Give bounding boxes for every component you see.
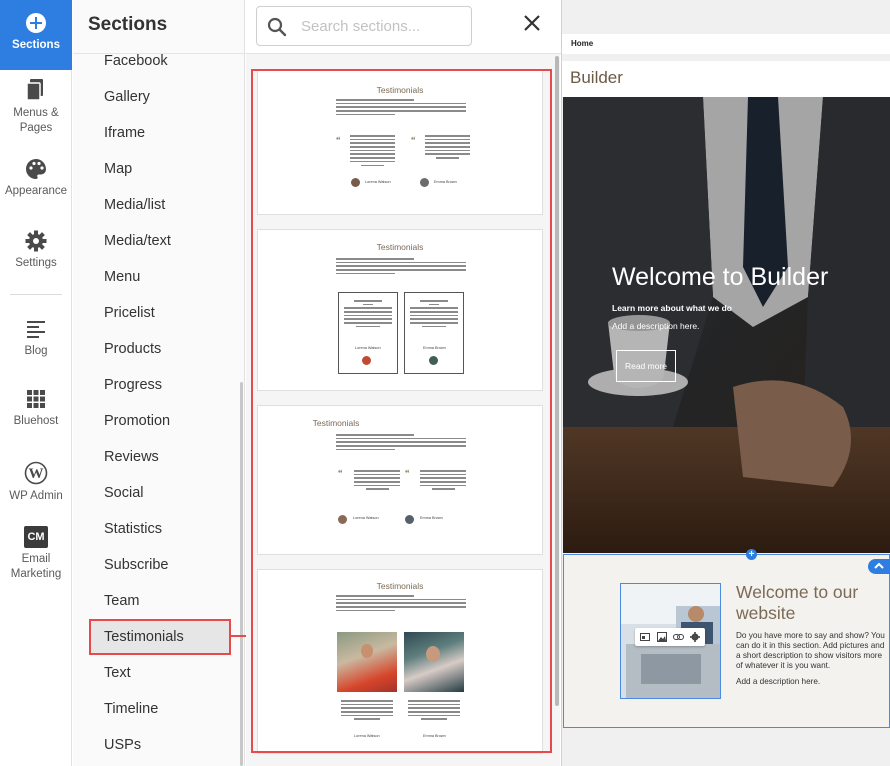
section-item-text[interactable]: Text bbox=[104, 665, 131, 681]
preview-scrollbar[interactable] bbox=[555, 56, 559, 706]
cm-icon: CM bbox=[24, 526, 48, 548]
section-item-timeline[interactable]: Timeline bbox=[104, 701, 158, 717]
nav-label: WP Admin bbox=[9, 490, 63, 502]
section-item-reviews[interactable]: Reviews bbox=[104, 449, 159, 465]
section-item-statistics[interactable]: Statistics bbox=[104, 521, 162, 537]
gear-icon bbox=[25, 230, 47, 252]
image-icon[interactable] bbox=[657, 632, 667, 642]
section-item-testimonials[interactable]: Testimonials bbox=[104, 629, 184, 645]
read-more-button[interactable]: Read more bbox=[616, 350, 676, 382]
section-item-subscribe[interactable]: Subscribe bbox=[104, 557, 168, 573]
nav-item-email-marketing[interactable]: CM Email Marketing bbox=[0, 526, 72, 582]
nav-label: Settings bbox=[15, 257, 57, 269]
add-section-icon[interactable]: + bbox=[746, 549, 757, 560]
blog-icon bbox=[27, 321, 45, 338]
svg-text:W: W bbox=[29, 466, 44, 482]
panel-title: Sections bbox=[88, 14, 168, 35]
section-item-map[interactable]: Map bbox=[104, 161, 132, 177]
section-item-progress[interactable]: Progress bbox=[104, 377, 162, 393]
nav-label: Email Marketing bbox=[10, 553, 62, 580]
section-item-iframe[interactable]: Iframe bbox=[104, 125, 145, 141]
nav-item-menus-pages[interactable]: Menus & Pages bbox=[0, 78, 72, 136]
pages-icon bbox=[26, 79, 43, 101]
left-nav-rail: Sections Menus & Pages Appearance Settin… bbox=[0, 0, 72, 766]
section-item-social[interactable]: Social bbox=[104, 485, 144, 501]
nav-label: Sections bbox=[12, 39, 60, 51]
section-item-usps[interactable]: USPs bbox=[104, 737, 141, 753]
section-item-team[interactable]: Team bbox=[104, 593, 139, 609]
link-icon[interactable] bbox=[673, 632, 684, 642]
section-item-menu[interactable]: Menu bbox=[104, 269, 140, 285]
nav-item-wp-admin[interactable]: W WP Admin bbox=[0, 461, 72, 504]
section-item-media-list[interactable]: Media/list bbox=[104, 197, 165, 213]
nav-label: Menus & Pages bbox=[13, 107, 59, 134]
nav-label: Appearance bbox=[4, 185, 68, 197]
preview-highlight-frame bbox=[251, 69, 552, 753]
nav-label: Blog bbox=[24, 345, 48, 357]
plus-circle-icon bbox=[26, 13, 46, 33]
grid-icon bbox=[27, 390, 45, 408]
move-up-button[interactable] bbox=[868, 559, 890, 574]
image-toolbar bbox=[635, 628, 705, 646]
list-scrollbar[interactable] bbox=[240, 382, 243, 766]
gear-icon[interactable] bbox=[690, 632, 700, 642]
search-box bbox=[256, 6, 472, 46]
site-nav-home[interactable]: Home bbox=[571, 39, 593, 48]
section-item-gallery[interactable]: Gallery bbox=[104, 89, 150, 105]
search-input[interactable] bbox=[301, 16, 461, 36]
gallery-icon[interactable] bbox=[640, 632, 650, 642]
welcome-body: Do you have more to say and show? You ca… bbox=[736, 631, 885, 670]
palette-icon bbox=[26, 159, 46, 179]
section-item-promotion[interactable]: Promotion bbox=[104, 413, 170, 429]
site-brand[interactable]: Builder bbox=[570, 68, 623, 88]
wordpress-icon: W bbox=[24, 461, 48, 485]
site-nav-bar bbox=[562, 34, 890, 54]
hero-subtitle: Learn more about what we do bbox=[612, 303, 732, 313]
search-icon bbox=[267, 17, 287, 37]
close-icon[interactable] bbox=[520, 11, 544, 35]
app-root: Sections Menus & Pages Appearance Settin… bbox=[0, 0, 890, 766]
nav-label: Bluehost bbox=[13, 415, 59, 427]
section-item-pricelist[interactable]: Pricelist bbox=[104, 305, 155, 321]
hero-description: Add a description here. bbox=[612, 321, 700, 331]
welcome-extra: Add a description here. bbox=[736, 677, 821, 686]
section-item-media-text[interactable]: Media/text bbox=[104, 233, 171, 249]
section-item-facebook[interactable]: Facebook bbox=[104, 53, 168, 69]
nav-item-appearance[interactable]: Appearance bbox=[0, 158, 72, 199]
section-item-products[interactable]: Products bbox=[104, 341, 161, 357]
nav-divider bbox=[10, 294, 62, 295]
nav-item-settings[interactable]: Settings bbox=[0, 230, 72, 271]
nav-item-bluehost[interactable]: Bluehost bbox=[0, 388, 72, 429]
chevron-up-icon bbox=[874, 562, 884, 569]
nav-item-sections[interactable]: Sections bbox=[0, 0, 72, 70]
welcome-heading: Welcome to our website bbox=[736, 582, 859, 623]
nav-item-blog[interactable]: Blog bbox=[0, 318, 72, 359]
hero-heading: Welcome to Builder bbox=[612, 263, 829, 291]
